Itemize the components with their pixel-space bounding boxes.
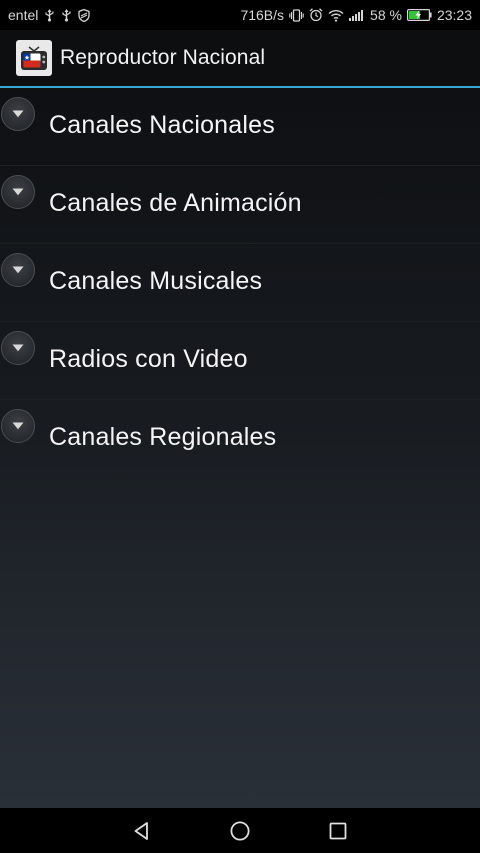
category-item-canales-musicales[interactable]: Canales Musicales bbox=[0, 244, 480, 322]
status-left: entel bbox=[8, 7, 91, 23]
battery-charging-icon bbox=[406, 9, 432, 21]
wifi-icon bbox=[328, 9, 344, 22]
category-list: Canales Nacionales Canales de Animación … bbox=[0, 88, 480, 478]
category-label: Canales Musicales bbox=[49, 267, 263, 295]
category-item-radios-con-video[interactable]: Radios con Video bbox=[0, 322, 480, 400]
usb-icon bbox=[61, 8, 72, 22]
network-speed: 716B/s bbox=[240, 7, 285, 23]
shield-icon bbox=[78, 8, 91, 22]
home-icon[interactable] bbox=[228, 819, 252, 843]
expand-chevron-icon[interactable] bbox=[1, 331, 35, 365]
expand-chevron-icon[interactable] bbox=[1, 253, 35, 287]
category-label: Radios con Video bbox=[49, 345, 248, 373]
clock-time: 23:23 bbox=[436, 7, 472, 23]
status-right: 716B/s 58 % 23:23 bbox=[240, 7, 472, 23]
app-screen: entel 716B/s 58 % 23:23 Reproductor Naci… bbox=[0, 0, 480, 853]
category-item-canales-regionales[interactable]: Canales Regionales bbox=[0, 400, 480, 478]
battery-percent: 58 % bbox=[370, 7, 402, 23]
expand-chevron-icon[interactable] bbox=[1, 175, 35, 209]
signal-icon bbox=[349, 9, 365, 21]
vibrate-icon bbox=[289, 8, 304, 22]
category-label: Canales Regionales bbox=[49, 423, 277, 451]
recents-icon[interactable] bbox=[326, 819, 350, 843]
tv-flag-app-icon bbox=[16, 40, 52, 76]
carrier-name: entel bbox=[8, 7, 39, 23]
category-item-canales-de-animacion[interactable]: Canales de Animación bbox=[0, 166, 480, 244]
app-title: Reproductor Nacional bbox=[60, 46, 266, 69]
category-label: Canales Nacionales bbox=[49, 111, 275, 139]
usb-icon bbox=[44, 8, 55, 22]
expand-chevron-icon[interactable] bbox=[1, 409, 35, 443]
alarm-icon bbox=[309, 8, 323, 22]
navigation-bar bbox=[0, 808, 480, 853]
action-bar: Reproductor Nacional bbox=[0, 30, 480, 86]
back-icon[interactable] bbox=[130, 819, 154, 843]
expand-chevron-icon[interactable] bbox=[1, 97, 35, 131]
category-item-canales-nacionales[interactable]: Canales Nacionales bbox=[0, 88, 480, 166]
status-bar: entel 716B/s 58 % 23:23 bbox=[0, 0, 480, 30]
category-label: Canales de Animación bbox=[49, 189, 302, 217]
